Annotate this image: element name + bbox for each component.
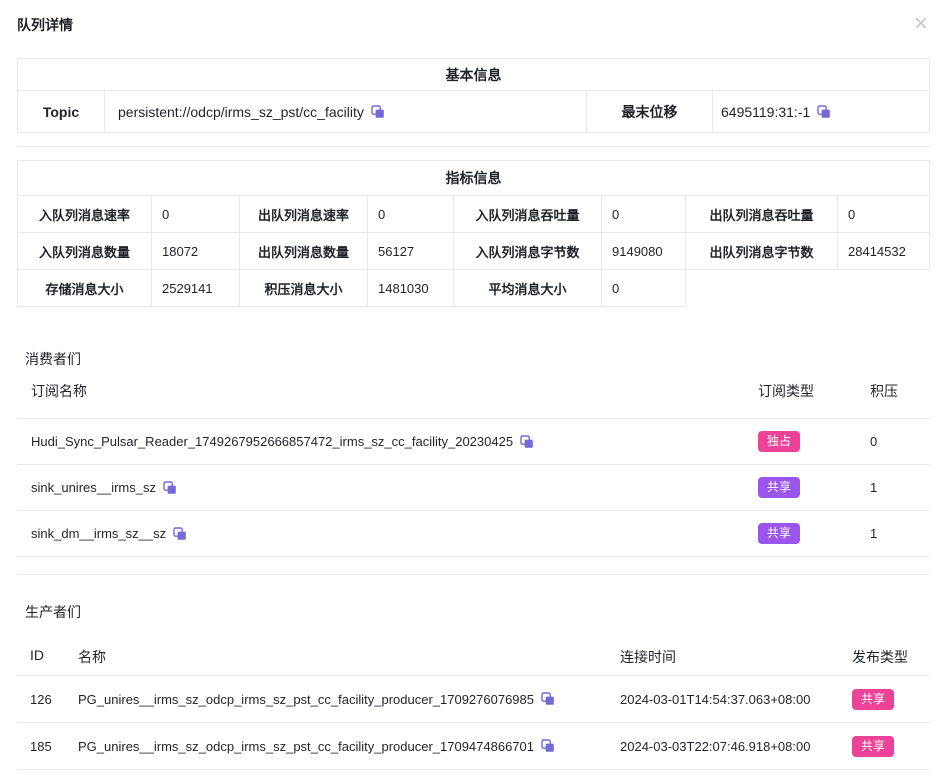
section-divider	[17, 146, 930, 147]
metric-label: 出队列消息字节数	[686, 233, 838, 270]
subscription-name: sink_dm__irms_sz__sz	[31, 526, 166, 541]
consumers-section-title: 消费者们	[25, 349, 947, 369]
subscription-type-badge: 共享	[758, 523, 800, 544]
producer-name: PG_unires__irms_sz_odcp_irms_sz_pst_cc_f…	[78, 739, 534, 754]
copy-icon[interactable]	[541, 692, 555, 706]
dialog-title: 队列详情	[17, 15, 73, 35]
producers-table: ID 名称 连接时间 发布类型 126 PG_unires__irms_sz_o…	[17, 627, 930, 770]
basic-info-header: 基本信息	[18, 59, 929, 91]
metric-value: 0	[368, 196, 454, 233]
section-divider	[17, 574, 930, 575]
subscription-type-badge: 独占	[758, 431, 800, 452]
metric-label: 出队列消息速率	[240, 196, 368, 233]
column-subscription-name: 订阅名称	[17, 369, 750, 418]
metric-label: 存储消息大小	[18, 270, 152, 307]
metric-value: 9149080	[602, 233, 686, 270]
topic-value-cell: persistent://odcp/irms_sz_pst/cc_facilit…	[105, 91, 587, 132]
copy-icon[interactable]	[817, 105, 831, 119]
metric-label: 入队列消息吞吐量	[454, 196, 602, 233]
connect-time: 2024-03-01T14:54:37.063+08:00	[607, 692, 845, 707]
metric-value: 0	[152, 196, 240, 233]
column-subscription-type: 订阅类型	[750, 369, 862, 418]
copy-icon[interactable]	[173, 527, 187, 541]
metric-value: 0	[602, 196, 686, 233]
backlog-value: 1	[862, 480, 930, 495]
copy-icon[interactable]	[371, 105, 385, 119]
metric-label: 出队列消息吞吐量	[686, 196, 838, 233]
subscription-name: sink_unires__irms_sz	[31, 480, 156, 495]
topic-label: Topic	[18, 91, 105, 132]
producer-name: PG_unires__irms_sz_odcp_irms_sz_pst_cc_f…	[78, 692, 534, 707]
consumers-table-header: 订阅名称 订阅类型 积压	[17, 369, 930, 419]
metric-value: 0	[602, 270, 686, 307]
producer-row: 185 PG_unires__irms_sz_odcp_irms_sz_pst_…	[17, 723, 930, 770]
last-offset-value: 6495119:31:-1	[721, 104, 810, 120]
connect-time: 2024-03-03T22:07:46.918+08:00	[607, 739, 845, 754]
metrics-empty-area	[686, 270, 930, 307]
consumer-row: Hudi_Sync_Pulsar_Reader_1749267952666857…	[17, 419, 930, 465]
copy-icon[interactable]	[541, 739, 555, 753]
producer-row: 126 PG_unires__irms_sz_odcp_irms_sz_pst_…	[17, 676, 930, 723]
metric-value: 1481030	[368, 270, 454, 307]
metric-label: 平均消息大小	[454, 270, 602, 307]
subscription-type-badge: 共享	[758, 477, 800, 498]
metrics-table: 指标信息 入队列消息速率 0 出队列消息速率 0 入队列消息吞吐量 0 出队列消…	[17, 160, 930, 307]
metric-label: 积压消息大小	[240, 270, 368, 307]
consumers-table: 订阅名称 订阅类型 积压 Hudi_Sync_Pulsar_Reader_174…	[17, 369, 930, 557]
copy-icon[interactable]	[520, 435, 534, 449]
publish-type-badge: 共享	[852, 736, 894, 757]
producers-table-header: ID 名称 连接时间 发布类型	[17, 627, 930, 676]
backlog-value: 1	[862, 526, 930, 541]
last-offset-value-cell: 6495119:31:-1	[713, 91, 929, 132]
subscription-name: Hudi_Sync_Pulsar_Reader_1749267952666857…	[31, 434, 513, 449]
close-icon[interactable]: ×	[912, 15, 930, 33]
basic-info-table: 基本信息 Topic persistent://odcp/irms_sz_pst…	[17, 58, 930, 133]
column-backlog: 积压	[862, 369, 930, 418]
metric-label: 出队列消息数量	[240, 233, 368, 270]
dialog-header: 队列详情 ×	[0, 0, 947, 35]
column-connect-time: 连接时间	[607, 627, 845, 675]
producer-id: 185	[17, 739, 65, 754]
consumer-row: sink_unires__irms_sz 共享 1	[17, 465, 930, 511]
copy-icon[interactable]	[163, 481, 177, 495]
metric-value: 28414532	[838, 233, 930, 270]
topic-value: persistent://odcp/irms_sz_pst/cc_facilit…	[118, 104, 364, 120]
metric-label: 入队列消息速率	[18, 196, 152, 233]
column-id: ID	[17, 627, 65, 675]
metric-value: 18072	[152, 233, 240, 270]
producers-section-title: 生产者们	[25, 602, 947, 622]
consumer-row: sink_dm__irms_sz__sz 共享 1	[17, 511, 930, 557]
metric-value: 56127	[368, 233, 454, 270]
metric-label: 入队列消息字节数	[454, 233, 602, 270]
column-publish-type: 发布类型	[845, 627, 930, 675]
publish-type-badge: 共享	[852, 689, 894, 710]
metric-value: 0	[838, 196, 930, 233]
column-name: 名称	[65, 627, 607, 675]
metric-value: 2529141	[152, 270, 240, 307]
metrics-header: 指标信息	[18, 161, 930, 196]
metric-label: 入队列消息数量	[18, 233, 152, 270]
last-offset-label: 最末位移	[587, 91, 713, 132]
backlog-value: 0	[862, 434, 930, 449]
producer-id: 126	[17, 692, 65, 707]
